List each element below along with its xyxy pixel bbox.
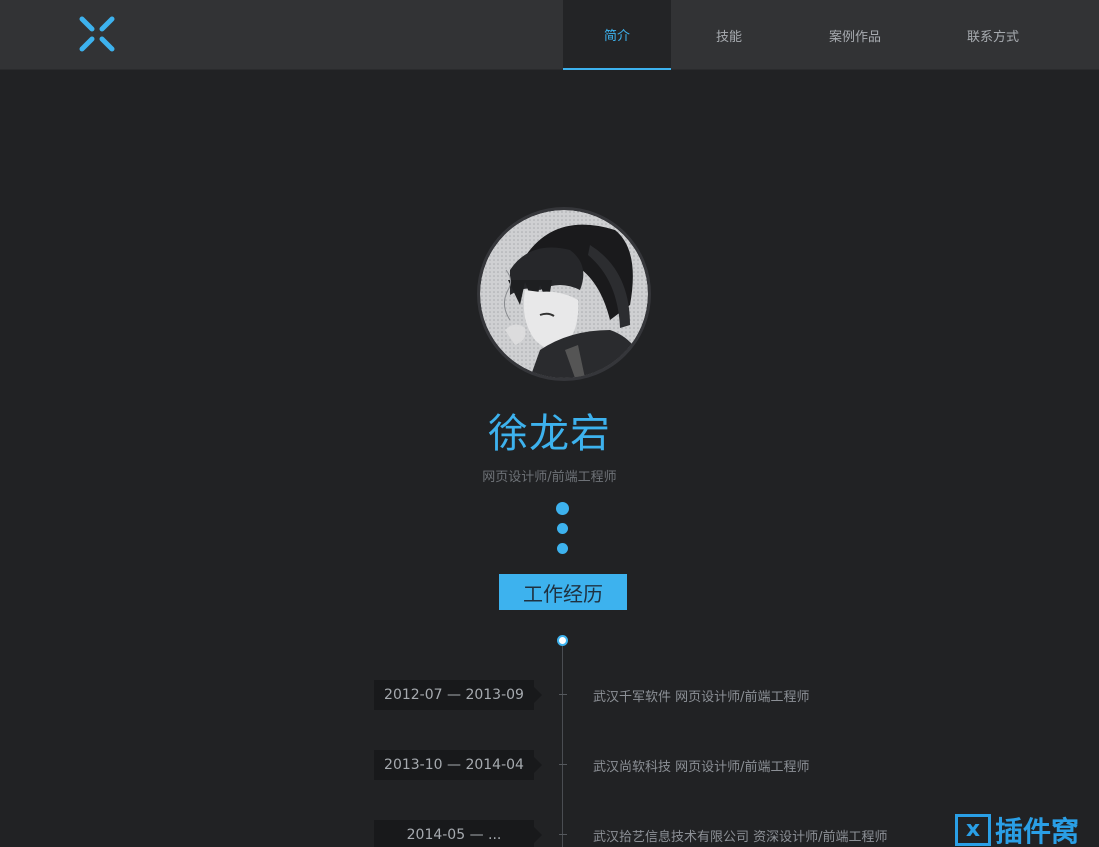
timeline-description: 武汉拾艺信息技术有限公司 资深设计师/前端工程师 [593,830,888,845]
timeline-date: 2013-10 — 2014-04 [374,750,542,780]
timeline-date: 2014-05 — ... [374,820,542,847]
timeline-description: 武汉尚软科技 网页设计师/前端工程师 [593,760,810,775]
watermark-x-icon: x [955,814,991,846]
timeline-tick [559,834,567,835]
scroll-dot-2 [557,523,568,534]
watermark-text: 插件窝 [995,815,1080,847]
x-cross-logo-icon[interactable] [77,14,117,54]
scroll-dot-3 [557,543,568,554]
profile-name: 徐龙宕 [488,411,611,457]
timeline-tick [559,694,567,695]
timeline-description: 武汉千军软件 网页设计师/前端工程师 [593,690,810,705]
timeline-date: 2012-07 — 2013-09 [374,680,542,710]
avatar [477,207,651,381]
nav-item-intro[interactable]: 简介 [563,0,671,70]
timeline-start-node [557,635,568,646]
scroll-dot-1 [556,502,569,515]
profile-title: 网页设计师/前端工程师 [482,470,617,485]
timeline-axis [562,640,563,847]
watermark: x 插件窝 [955,813,1079,847]
nav-item-skills[interactable]: 技能 [671,0,787,70]
main-nav: 简介 技能 案例作品 联系方式 [563,0,1063,70]
header-bar: 简介 技能 案例作品 联系方式 [0,0,1099,70]
section-title-work-experience: 工作经历 [499,574,627,610]
timeline-tick [559,764,567,765]
nav-item-contact[interactable]: 联系方式 [923,0,1063,70]
nav-item-works[interactable]: 案例作品 [787,0,923,70]
